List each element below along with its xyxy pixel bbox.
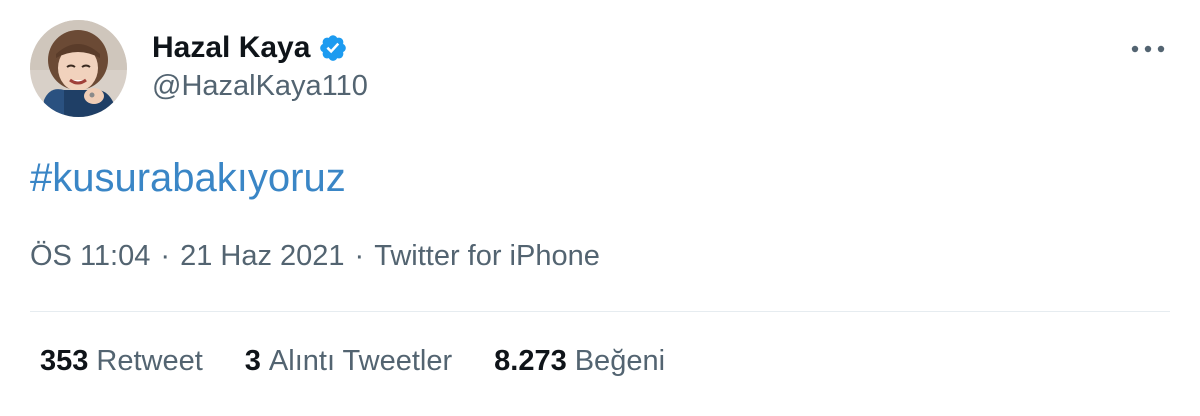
meta-separator: ·	[354, 240, 365, 272]
tweet-meta: ÖS 11:04 · 21 Haz 2021 · Twitter for iPh…	[30, 240, 600, 273]
avatar-photo	[30, 20, 127, 117]
likes-stat[interactable]: 8.273 Beğeni	[494, 345, 665, 378]
tweet-card: Hazal Kaya @HazalKaya110 #kusurabakıyoru…	[0, 0, 1200, 416]
name-row: Hazal Kaya	[152, 28, 348, 68]
tweet-source[interactable]: Twitter for iPhone	[374, 240, 600, 273]
hashtag-link[interactable]: #kusurabakıyoruz	[30, 156, 346, 200]
likes-count: 8.273	[494, 345, 567, 377]
likes-label: Beğeni	[574, 345, 666, 377]
divider	[30, 311, 1170, 312]
tweet-time[interactable]: ÖS 11:04	[30, 240, 150, 273]
display-name[interactable]: Hazal Kaya	[152, 31, 310, 65]
tweet-stats: 353 Retweet 3 Alıntı Tweetler 8.273 Beğeni	[40, 345, 665, 378]
more-options-icon[interactable]	[1128, 34, 1168, 64]
retweets-stat[interactable]: 353 Retweet	[40, 345, 203, 378]
retweets-label: Retweet	[96, 345, 203, 377]
tweet-text: #kusurabakıyoruz	[30, 150, 346, 206]
quote-tweets-count: 3	[244, 345, 261, 377]
user-handle[interactable]: @HazalKaya110	[152, 70, 368, 103]
quote-tweets-label: Alıntı Tweetler	[268, 345, 453, 377]
quote-tweets-stat[interactable]: 3 Alıntı Tweetler	[245, 345, 452, 378]
retweets-count: 353	[40, 345, 89, 377]
avatar[interactable]	[30, 20, 127, 117]
meta-separator: ·	[160, 240, 171, 272]
verified-badge-icon	[318, 33, 348, 63]
tweet-date[interactable]: 21 Haz 2021	[180, 240, 344, 273]
